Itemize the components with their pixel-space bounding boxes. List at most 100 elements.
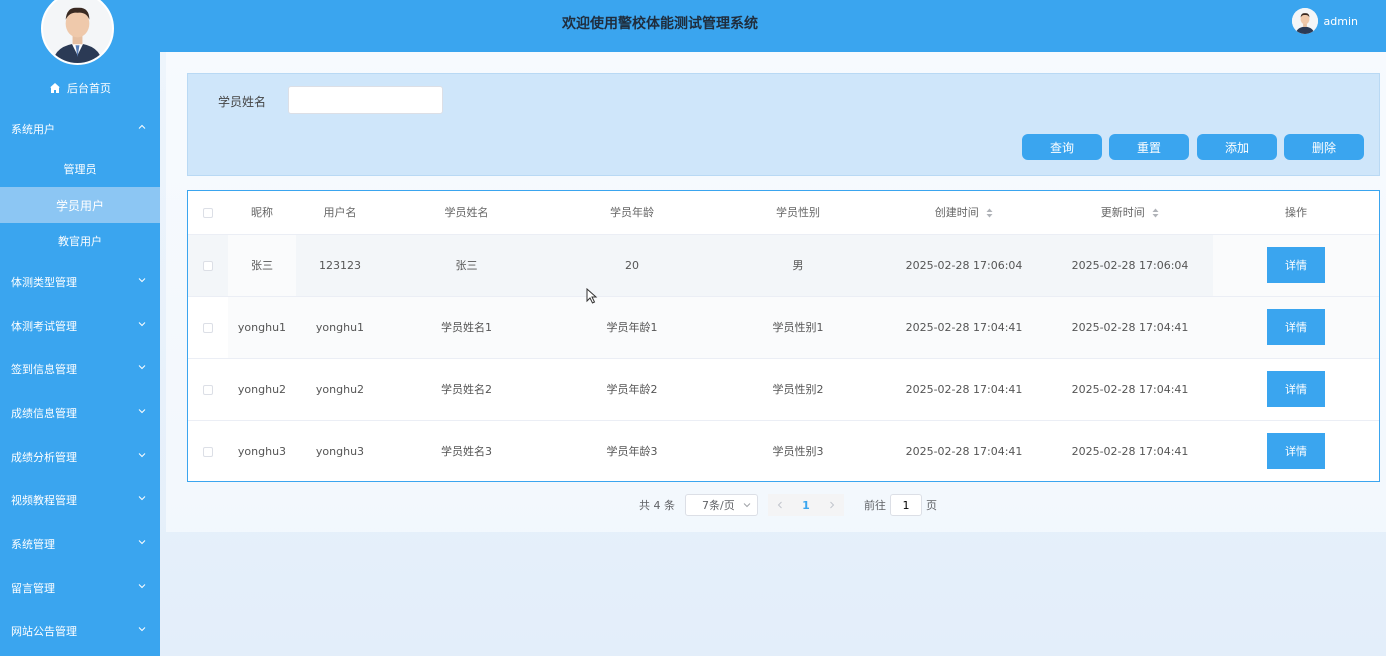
table-cell: 男 xyxy=(715,234,881,297)
chevron-down-icon xyxy=(138,278,146,283)
column-header-label: 创建时间 xyxy=(934,206,979,220)
column-header: 操作 xyxy=(1213,191,1379,235)
pagination-total: 共 4 条 xyxy=(639,499,675,512)
sidebar-item-label: 后台首页 xyxy=(67,82,111,95)
table-row: yonghu1 yonghu1 学员姓名1 学员年龄1 学员性别1 2025-0… xyxy=(188,296,1379,359)
row-select-cell[interactable] xyxy=(188,420,228,482)
sidebar-subitem-label: 管理员 xyxy=(63,163,97,176)
detail-button[interactable]: 详情 xyxy=(1267,247,1325,283)
sidebar-subitem-label: 学员用户 xyxy=(55,198,104,213)
table-cell: 2025-02-28 17:06:04 xyxy=(1047,234,1213,297)
sidebar-item-test-exam[interactable]: 体测考试管理 xyxy=(0,314,160,338)
column-header-sortable[interactable]: 更新时间 xyxy=(1047,191,1213,235)
sidebar-item-label: 网站公告管理 xyxy=(11,625,77,638)
table-cell: 123123 xyxy=(296,234,384,297)
table-cell: 2025-02-28 17:04:41 xyxy=(881,296,1047,359)
column-header: 学员性别 xyxy=(715,191,881,235)
mouse-cursor-icon xyxy=(586,288,598,304)
sort-icon[interactable] xyxy=(986,208,993,218)
sidebar-item-messages[interactable]: 留言管理 xyxy=(0,576,160,600)
sidebar-subitem-label: 教官用户 xyxy=(58,235,102,248)
sidebar-item-label: 留言管理 xyxy=(11,582,55,595)
row-select-cell[interactable] xyxy=(188,234,228,297)
sidebar-subitem-admin[interactable]: 管理员 xyxy=(0,151,160,187)
detail-button[interactable]: 详情 xyxy=(1267,309,1325,345)
row-checkbox[interactable] xyxy=(203,446,213,457)
next-page-button[interactable] xyxy=(820,494,844,516)
action-cell: 详情 xyxy=(1213,420,1379,482)
sidebar-item-system-users[interactable]: 系统用户 xyxy=(0,117,160,141)
row-select-cell[interactable] xyxy=(188,358,228,421)
sidebar-item-score-analysis[interactable]: 成绩分析管理 xyxy=(0,445,160,469)
column-header: 学员年龄 xyxy=(549,191,715,235)
sidebar-item-label: 体测类型管理 xyxy=(11,276,77,289)
detail-button[interactable]: 详情 xyxy=(1267,433,1325,470)
delete-button[interactable]: 删除 xyxy=(1284,134,1364,160)
table-cell: yonghu1 xyxy=(296,296,384,359)
chevron-down-icon xyxy=(743,503,751,508)
table-row: 张三 123123 张三 20 男 2025-02-28 17:06:04 20… xyxy=(188,234,1379,297)
sort-icon[interactable] xyxy=(1152,208,1159,218)
sidebar-item-checkin[interactable]: 签到信息管理 xyxy=(0,357,160,381)
detail-button[interactable]: 详情 xyxy=(1267,371,1325,407)
chevron-up-icon xyxy=(138,124,146,129)
page-title: 欢迎使用警校体能测试管理系统 xyxy=(562,16,758,32)
table-header-row: 昵称 用户名 学员姓名 学员年龄 学员性别 创建时间 更新时间 操作 xyxy=(188,191,1379,235)
select-all-checkbox[interactable] xyxy=(203,207,213,218)
table-cell: 学员年龄1 xyxy=(549,296,715,359)
chevron-down-icon xyxy=(138,409,146,414)
row-select-cell[interactable] xyxy=(188,296,228,359)
row-checkbox[interactable] xyxy=(203,384,213,395)
table-cell: yonghu2 xyxy=(228,358,296,421)
column-header-label: 更新时间 xyxy=(1100,206,1145,220)
page-size-select[interactable]: 7条/页 xyxy=(685,494,758,516)
reset-button[interactable]: 重置 xyxy=(1109,134,1189,160)
person-avatar-icon xyxy=(1291,8,1318,34)
row-checkbox[interactable] xyxy=(203,260,213,271)
sidebar-item-label: 系统管理 xyxy=(11,538,55,551)
action-cell: 详情 xyxy=(1213,358,1379,421)
search-label: 学员姓名 xyxy=(218,95,267,109)
sidebar-subitem-student-users[interactable]: 学员用户 xyxy=(0,187,160,223)
column-header: 昵称 xyxy=(228,191,296,235)
table-cell: 学员姓名1 xyxy=(384,296,549,359)
table-cell: 学员年龄2 xyxy=(549,358,715,421)
prev-page-button[interactable] xyxy=(768,494,792,516)
chevron-down-icon xyxy=(138,453,146,458)
table-cell: 2025-02-28 17:04:41 xyxy=(881,358,1047,421)
sidebar-item-test-type[interactable]: 体测类型管理 xyxy=(0,270,160,294)
add-button[interactable]: 添加 xyxy=(1197,134,1277,160)
action-cell: 详情 xyxy=(1213,296,1379,359)
avatar xyxy=(1291,8,1318,34)
table-cell: 学员姓名2 xyxy=(384,358,549,421)
query-button[interactable]: 查询 xyxy=(1022,134,1102,160)
page-size-value: 7条/页 xyxy=(702,499,735,512)
sidebar-item-system-management[interactable]: 系统管理 xyxy=(0,532,160,556)
sidebar-item-label: 签到信息管理 xyxy=(11,363,77,376)
chevron-left-icon xyxy=(777,501,782,509)
top-header: 欢迎使用警校体能测试管理系统 admin xyxy=(160,0,1386,52)
sidebar-item-announcements[interactable]: 网站公告管理 xyxy=(0,619,160,643)
column-header-sortable[interactable]: 创建时间 xyxy=(881,191,1047,235)
table-cell: 学员性别3 xyxy=(772,445,824,459)
table-cell: 2025-02-28 17:04:41 xyxy=(1071,444,1189,458)
select-all-cell[interactable] xyxy=(188,191,228,235)
table-row: yonghu3 yonghu3 学员姓名3 学员年龄3 学员性别3 2025-0… xyxy=(188,420,1379,482)
page-number-current[interactable]: 1 xyxy=(792,494,820,516)
sidebar-subitem-instructor-users[interactable]: 教官用户 xyxy=(0,223,160,259)
sidebar-avatar xyxy=(41,0,114,65)
chevron-down-icon xyxy=(138,584,146,589)
sidebar-item-video-tutorials[interactable]: 视频教程管理 xyxy=(0,488,160,512)
student-name-input[interactable] xyxy=(288,86,443,114)
student-table: 昵称 用户名 学员姓名 学员年龄 学员性别 创建时间 更新时间 操作 张三 12… xyxy=(187,190,1380,482)
table-cell: 2025-02-28 17:04:41 xyxy=(1047,296,1213,359)
home-icon xyxy=(50,83,60,93)
chevron-right-icon xyxy=(830,501,835,509)
action-cell: 详情 xyxy=(1213,234,1379,297)
sidebar-item-home[interactable]: 后台首页 xyxy=(0,78,160,98)
username: admin xyxy=(1323,14,1358,28)
user-menu[interactable]: admin xyxy=(1291,8,1358,34)
goto-page-input[interactable] xyxy=(890,494,922,516)
sidebar-item-scores[interactable]: 成绩信息管理 xyxy=(0,401,160,425)
row-checkbox[interactable] xyxy=(203,322,213,333)
